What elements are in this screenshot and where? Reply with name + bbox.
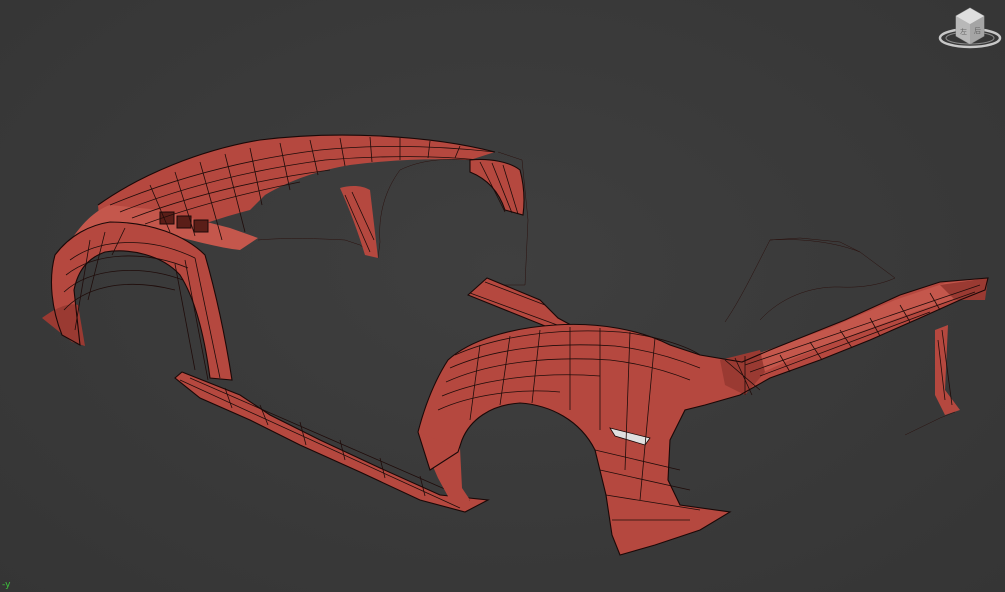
viewcube-icon[interactable]: 左 后 bbox=[936, 2, 1002, 52]
axis-indicator-label: -y bbox=[2, 580, 11, 590]
viewcube-face-left: 左 bbox=[960, 27, 967, 36]
front-door-panel-mesh[interactable] bbox=[469, 151, 529, 286]
3d-viewport[interactable]: 左 后 -y bbox=[0, 0, 1005, 592]
front-bumper-fender-mesh[interactable] bbox=[42, 134, 496, 381]
car-body-kit-mesh[interactable] bbox=[0, 0, 1005, 592]
viewcube[interactable]: 左 后 bbox=[936, 2, 1002, 52]
viewcube-face-right: 后 bbox=[974, 26, 981, 35]
